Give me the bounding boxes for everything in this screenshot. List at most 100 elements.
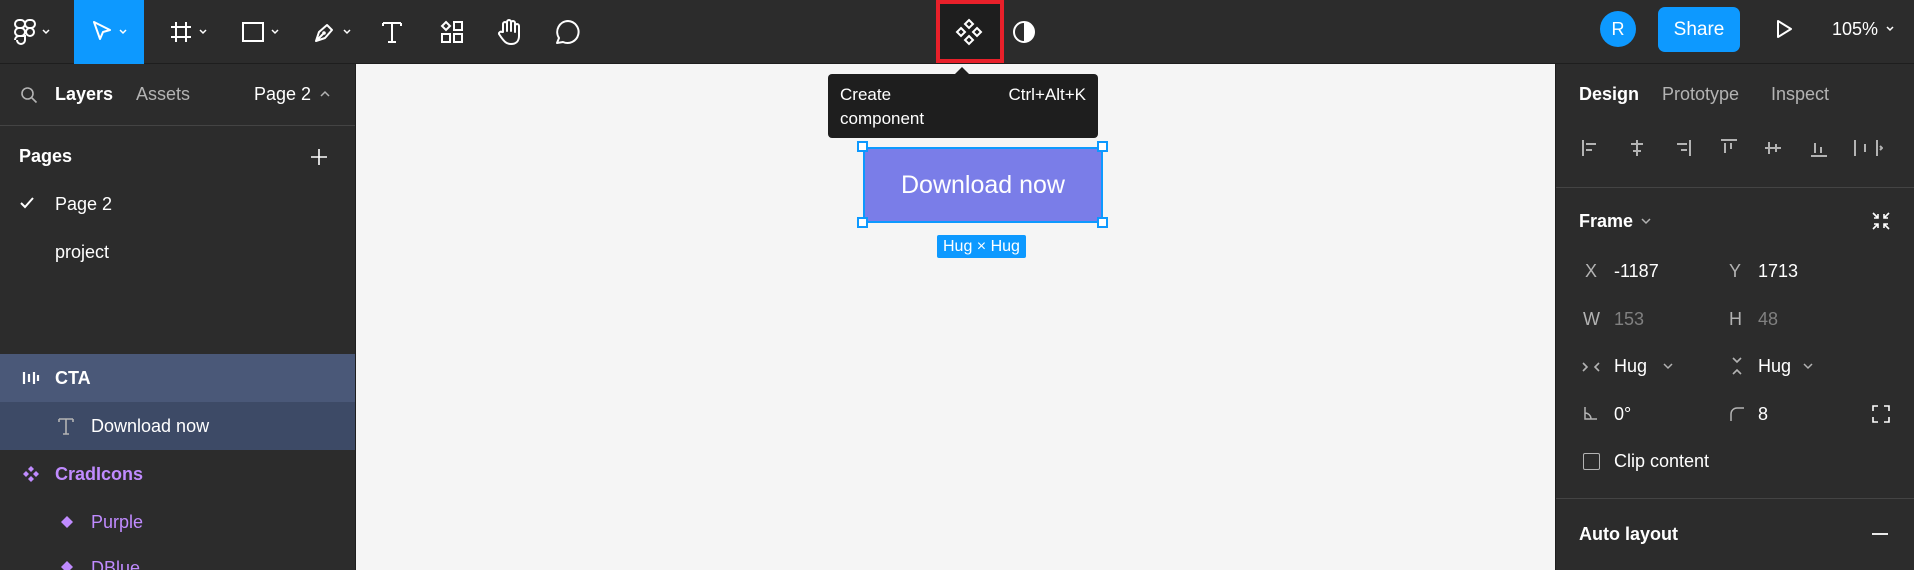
cursor-icon [93, 21, 111, 40]
left-panel: Layers Assets Page 2 Pages Page 2 projec… [0, 64, 356, 570]
resources-tool-button[interactable] [432, 0, 472, 64]
tab-prototype[interactable]: Prototype [1662, 84, 1739, 105]
create-component-button[interactable] [936, 0, 1004, 63]
h-label: H [1729, 309, 1742, 329]
toolbar: R Share 105% [0, 0, 1914, 64]
instance-icon [61, 561, 73, 570]
move-tool-button[interactable] [74, 0, 144, 64]
w-input[interactable]: 153 [1614, 309, 1644, 330]
tab-inspect[interactable]: Inspect [1771, 84, 1829, 105]
contrast-icon [1013, 21, 1035, 43]
chevron-down-icon [199, 29, 207, 35]
page-item-project[interactable]: project [55, 242, 109, 263]
layer-cradicons[interactable]: CradIcons [0, 450, 355, 498]
zoom-value: 105% [1832, 18, 1879, 39]
tab-layers[interactable]: Layers [55, 84, 113, 105]
y-input[interactable]: 1713 [1758, 261, 1798, 282]
page-item-page-2[interactable]: Page 2 [55, 194, 112, 215]
text-tool-button[interactable] [374, 0, 410, 64]
tooltip-arrow [954, 67, 970, 75]
x-input[interactable]: -1187 [1614, 261, 1659, 282]
share-button[interactable]: Share [1658, 7, 1740, 52]
layer-download-now[interactable]: Download now [0, 402, 355, 450]
create-component-tooltip: Create component Ctrl+Alt+K [828, 67, 1098, 138]
resize-handle-bottom-left[interactable] [857, 217, 868, 228]
add-page-icon[interactable] [309, 147, 329, 167]
align-vertical-center-icon[interactable] [1763, 138, 1783, 158]
resources-icon [440, 20, 463, 43]
frame-tool-button[interactable] [160, 0, 216, 64]
layer-label: CradIcons [55, 463, 144, 484]
contrast-toggle-button[interactable] [1004, 0, 1044, 64]
chevron-down-icon [1886, 26, 1894, 32]
size-tag: Hug × Hug [937, 235, 1026, 258]
resize-handle-top-left[interactable] [857, 141, 868, 152]
chevron-up-icon [320, 90, 330, 97]
present-button[interactable] [1766, 0, 1802, 58]
instance-icon [61, 516, 73, 528]
cta-button-frame[interactable]: Download now [863, 147, 1103, 223]
tooltip-shortcut: Ctrl+Alt+K [1008, 85, 1086, 104]
layer-cta[interactable]: CTA [0, 354, 355, 402]
text-icon [58, 418, 74, 435]
remove-auto-layout-icon[interactable] [1871, 532, 1889, 536]
hand-icon [498, 19, 520, 45]
layer-dblue[interactable]: DBlue [0, 546, 355, 570]
divider [1556, 498, 1914, 499]
align-left-icon[interactable] [1581, 138, 1601, 158]
comment-icon [556, 20, 580, 44]
pen-icon [315, 24, 333, 42]
h-input[interactable]: 48 [1758, 309, 1778, 330]
resize-handle-top-right[interactable] [1097, 141, 1108, 152]
zoom-menu[interactable]: 105% [1832, 0, 1894, 58]
chevron-down-icon [1641, 218, 1651, 225]
rotation-input[interactable]: 0° [1614, 404, 1631, 425]
comment-tool-button[interactable] [548, 0, 588, 64]
independent-corners-icon[interactable] [1871, 404, 1891, 424]
clip-content-checkbox[interactable] [1583, 453, 1600, 470]
align-horizontal-center-icon[interactable] [1627, 138, 1647, 158]
chevron-down-icon [42, 29, 50, 35]
align-right-icon[interactable] [1672, 138, 1692, 158]
tab-design[interactable]: Design [1579, 84, 1639, 105]
component-icon [23, 466, 39, 482]
horizontal-resizing-select[interactable]: Hug [1614, 356, 1647, 377]
pen-tool-button[interactable] [304, 0, 360, 64]
chevron-down-icon [1803, 363, 1813, 370]
layer-purple[interactable]: Purple [0, 498, 355, 546]
main-menu-button[interactable] [0, 0, 64, 64]
chevron-down-icon [119, 29, 127, 35]
pages-heading: Pages [19, 146, 73, 166]
frame-icon [171, 22, 191, 42]
y-label: Y [1729, 261, 1742, 281]
frame-section-title[interactable]: Frame [1579, 211, 1633, 232]
hand-tool-button[interactable] [490, 0, 530, 64]
vertical-resizing-select[interactable]: Hug [1758, 356, 1791, 377]
rotation-icon [1584, 407, 1597, 420]
page-switcher[interactable]: Page 2 [254, 84, 311, 105]
clip-content-label: Clip content [1614, 451, 1710, 471]
text-icon [382, 22, 402, 43]
corner-radius-input[interactable]: 8 [1758, 404, 1768, 425]
chevron-down-icon [271, 29, 279, 35]
distribute-icon[interactable] [1853, 138, 1883, 158]
collapse-icon[interactable] [1871, 211, 1891, 231]
layer-label: Download now [91, 415, 210, 436]
component-icon [955, 18, 983, 46]
horizontal-resizing-icon [1582, 362, 1600, 372]
right-panel: Design Prototype Inspect Frame X -1187 Y… [1555, 64, 1914, 570]
shape-tool-button[interactable] [232, 0, 288, 64]
chevron-down-icon [1663, 363, 1673, 370]
align-bottom-icon[interactable] [1809, 138, 1829, 158]
rectangle-icon [242, 22, 264, 42]
figma-logo-icon [14, 19, 36, 45]
tab-assets[interactable]: Assets [136, 84, 190, 105]
checkmark-icon [20, 197, 34, 209]
avatar[interactable]: R [1600, 11, 1636, 47]
resize-handle-bottom-right[interactable] [1097, 217, 1108, 228]
align-top-icon[interactable] [1719, 138, 1739, 158]
tooltip-label: Create component [840, 85, 925, 128]
auto-layout-icon [22, 372, 40, 384]
search-icon[interactable] [20, 86, 38, 104]
canvas[interactable] [356, 64, 1555, 570]
